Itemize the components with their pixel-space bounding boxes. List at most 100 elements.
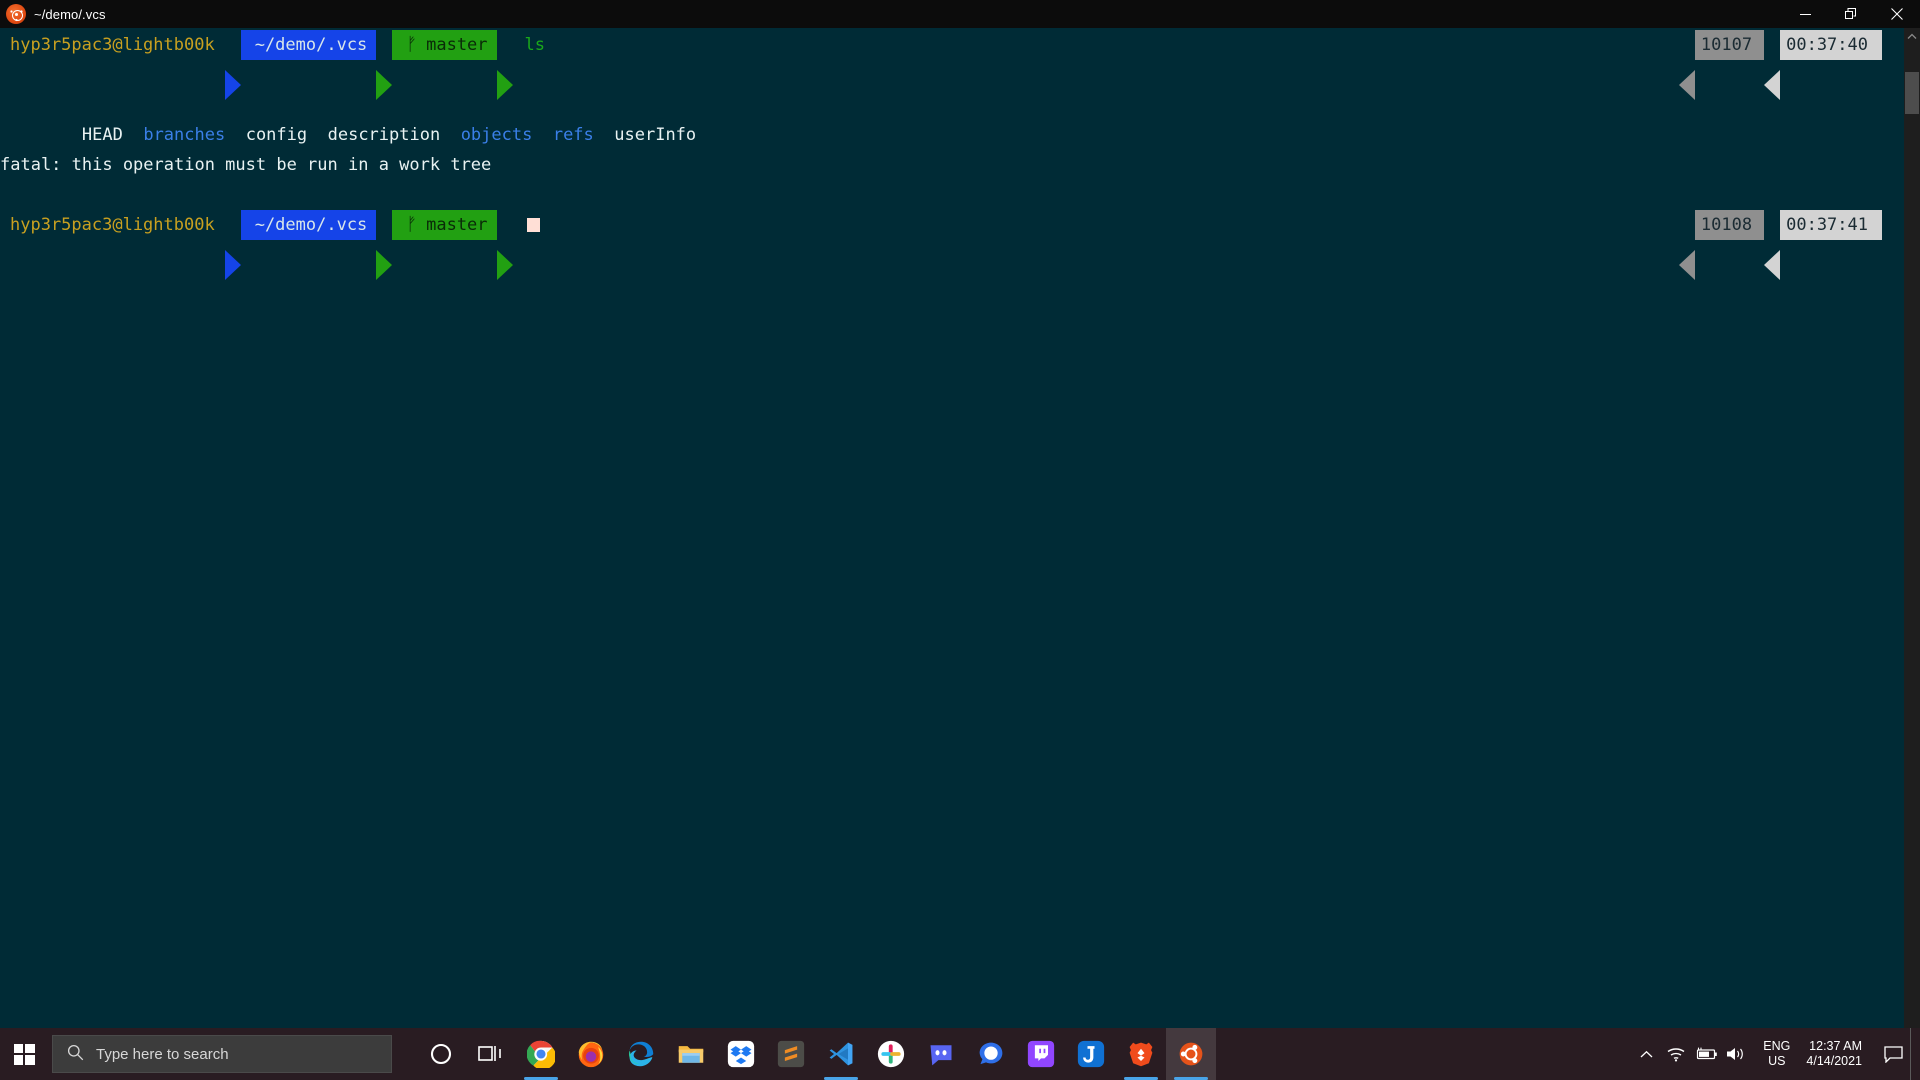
git-branch-icon: ᚠ bbox=[406, 214, 418, 235]
desktop: ~/demo/.vcs hyp3r5pac3@lightb00k ~/demo/… bbox=[0, 0, 1920, 1080]
slack-icon bbox=[877, 1040, 905, 1068]
terminal-line: HEAD branches config description objects… bbox=[0, 90, 1904, 145]
folder-icon bbox=[678, 1046, 704, 1063]
task-view-icon bbox=[478, 1046, 501, 1061]
ls-entry: objects bbox=[460, 125, 533, 145]
notification-icon bbox=[1883, 1045, 1903, 1063]
taskbar-app-joplin[interactable] bbox=[1066, 1028, 1116, 1080]
taskbar-app-sublime[interactable] bbox=[766, 1028, 816, 1080]
taskbar-app-firefox[interactable] bbox=[566, 1028, 616, 1080]
show-desktop-button[interactable] bbox=[1910, 1028, 1918, 1080]
discord-icon bbox=[930, 1045, 952, 1066]
status-command-count: 10107 bbox=[1694, 30, 1765, 60]
search-icon bbox=[67, 1044, 84, 1065]
prompt-path: ~/demo/.vcs bbox=[240, 30, 377, 60]
prompt-branch-label: master bbox=[426, 35, 488, 55]
joplin-icon bbox=[1077, 1040, 1105, 1068]
terminal-input[interactable] bbox=[513, 210, 540, 240]
wifi-icon bbox=[1667, 1048, 1685, 1062]
battery-button[interactable] bbox=[1691, 1028, 1721, 1080]
language-indicator[interactable]: ENG US bbox=[1751, 1039, 1800, 1069]
ubuntu-icon bbox=[6, 4, 26, 24]
taskbar-app-edge[interactable] bbox=[616, 1028, 666, 1080]
powerline-prompt: hyp3r5pac3@lightb00k ~/demo/.vcs ᚠ maste… bbox=[0, 30, 546, 100]
dropbox-icon bbox=[727, 1040, 755, 1068]
maximize-restore-button[interactable] bbox=[1828, 0, 1874, 28]
ls-entry: config bbox=[245, 125, 308, 145]
start-button[interactable] bbox=[0, 1028, 48, 1080]
prompt-branch-label: master bbox=[426, 215, 488, 235]
minimize-button[interactable] bbox=[1782, 0, 1828, 28]
prompt-branch: ᚠ master bbox=[392, 210, 497, 240]
windows-logo-icon bbox=[13, 1043, 35, 1065]
taskbar-app-slack[interactable] bbox=[866, 1028, 916, 1080]
terminal-line: hyp3r5pac3@lightb00k ~/demo/.vcs ᚠ maste… bbox=[0, 30, 1904, 100]
scrollbar-thumb[interactable] bbox=[1905, 72, 1919, 114]
ls-entry: branches bbox=[143, 125, 226, 145]
taskbar-app-discord[interactable] bbox=[916, 1028, 966, 1080]
vscode-icon bbox=[829, 1042, 853, 1066]
language-secondary: US bbox=[1768, 1054, 1786, 1068]
tray-date: 4/14/2021 bbox=[1806, 1054, 1862, 1068]
ls-output: HEAD branches config description objects… bbox=[0, 90, 696, 145]
firefox-icon bbox=[578, 1041, 604, 1068]
window-title: ~/demo/.vcs bbox=[34, 6, 106, 22]
cortana-icon bbox=[430, 1043, 452, 1065]
brave-icon bbox=[1129, 1042, 1153, 1067]
git-branch-icon: ᚠ bbox=[406, 34, 418, 55]
task-view-button[interactable] bbox=[466, 1028, 516, 1080]
prompt-path: ~/demo/.vcs bbox=[240, 210, 377, 240]
terminal-line: fatal: this operation must be run in a w… bbox=[0, 150, 1904, 180]
prompt-right-status: 10108 00:37:41 bbox=[1678, 210, 1882, 280]
windows-taskbar: Type here to search ENG US 12:37 AM 4/14… bbox=[0, 1028, 1920, 1080]
clock-button[interactable]: 12:37 AM 4/14/2021 bbox=[1800, 1039, 1876, 1069]
taskbar-app-vscode[interactable] bbox=[816, 1028, 866, 1080]
ls-entry: refs bbox=[552, 125, 594, 145]
status-clock: 00:37:40 bbox=[1780, 30, 1882, 60]
taskbar-app-ubuntu[interactable] bbox=[1166, 1028, 1216, 1080]
search-placeholder: Type here to search bbox=[96, 1045, 229, 1063]
prompt-branch: ᚠ master bbox=[392, 30, 497, 60]
taskbar-app-brave[interactable] bbox=[1116, 1028, 1166, 1080]
taskbar-app-twitch[interactable] bbox=[1016, 1028, 1066, 1080]
taskbar-app-chrome[interactable] bbox=[516, 1028, 566, 1080]
taskbar-app-signal[interactable] bbox=[966, 1028, 1016, 1080]
terminal-command: ls bbox=[524, 35, 546, 55]
chrome-icon bbox=[527, 1040, 555, 1068]
prompt-arrow-branch bbox=[496, 30, 513, 100]
text-cursor bbox=[526, 218, 540, 232]
terminal-error-message: fatal: this operation must be run in a w… bbox=[0, 155, 492, 175]
tray-overflow-button[interactable] bbox=[1631, 1028, 1661, 1080]
close-button[interactable] bbox=[1874, 0, 1920, 28]
language-primary: ENG bbox=[1763, 1039, 1791, 1053]
ls-entry: userInfo bbox=[614, 125, 697, 145]
powerline-prompt: hyp3r5pac3@lightb00k ~/demo/.vcs ᚠ maste… bbox=[0, 210, 540, 280]
taskbar-app-dropbox[interactable] bbox=[716, 1028, 766, 1080]
scroll-up-icon[interactable] bbox=[1904, 28, 1920, 45]
ubuntu-icon bbox=[1179, 1042, 1203, 1066]
prompt-user: hyp3r5pac3@lightb00k bbox=[0, 30, 225, 60]
signal-icon bbox=[979, 1042, 1003, 1065]
status-arrow-count bbox=[1678, 210, 1695, 280]
prompt-arrow-user bbox=[224, 210, 241, 280]
window-controls bbox=[1782, 0, 1920, 28]
status-arrow-clock bbox=[1764, 30, 1781, 100]
prompt-user: hyp3r5pac3@lightb00k bbox=[0, 210, 225, 240]
volume-button[interactable] bbox=[1721, 1028, 1751, 1080]
prompt-arrow-branch bbox=[496, 210, 513, 280]
cortana-button[interactable] bbox=[416, 1028, 466, 1080]
ls-entry: description bbox=[327, 125, 441, 145]
twitch-icon bbox=[1027, 1040, 1055, 1068]
wifi-button[interactable] bbox=[1661, 1028, 1691, 1080]
notifications-button[interactable] bbox=[1876, 1028, 1910, 1080]
window-titlebar[interactable]: ~/demo/.vcs bbox=[0, 0, 1920, 28]
prompt-right-status: 10107 00:37:40 bbox=[1678, 30, 1882, 100]
terminal-output[interactable]: hyp3r5pac3@lightb00k ~/demo/.vcs ᚠ maste… bbox=[0, 28, 1904, 1052]
ls-entry: HEAD bbox=[81, 125, 123, 145]
search-input[interactable]: Type here to search bbox=[52, 1035, 392, 1073]
terminal-scrollbar[interactable] bbox=[1904, 28, 1920, 1052]
taskbar-app-explorer[interactable] bbox=[666, 1028, 716, 1080]
battery-charging-icon bbox=[1697, 1047, 1718, 1060]
status-arrow-clock bbox=[1764, 210, 1781, 280]
status-arrow-count bbox=[1678, 30, 1695, 100]
